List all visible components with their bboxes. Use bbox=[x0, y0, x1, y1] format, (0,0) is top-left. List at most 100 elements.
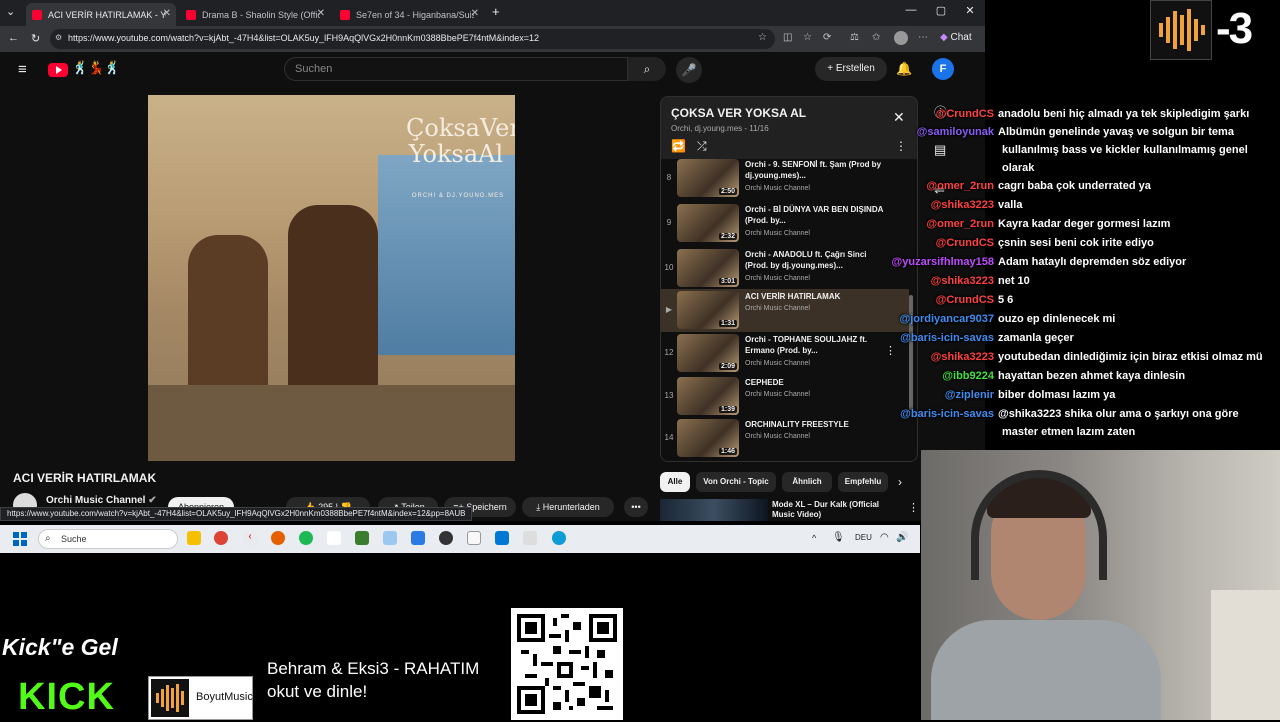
kick-promo-text: Kick"e Gel bbox=[2, 634, 118, 660]
playlist-item[interactable]: 12 2:09 Orchi - TOPHANE SOULJAHZ ft. Erm… bbox=[661, 332, 909, 375]
item-number: 8 bbox=[666, 173, 672, 182]
tab-drama-b[interactable]: Drama B - Shaolin Style (Official L ✕ bbox=[180, 3, 330, 26]
item-duration: 1:31 bbox=[718, 320, 737, 327]
item-thumbnail: 2:50 bbox=[677, 159, 739, 197]
playlist-item[interactable]: 10 3:01 Orchi - ANADOLU ft. Çağrı Sinci … bbox=[661, 247, 909, 290]
reload-icon[interactable]: ↻ bbox=[31, 32, 40, 45]
item-title: Orchi - 9. SENFONİ ft. Şam (Prod by dj.y… bbox=[745, 160, 882, 180]
item-number: 14 bbox=[664, 433, 674, 442]
download-button[interactable]: ⤓ Herunterladen bbox=[522, 497, 614, 517]
soundwave-logo-icon bbox=[151, 679, 189, 717]
vscode-icon[interactable] bbox=[495, 531, 509, 545]
url-omnibox[interactable]: ⚙ https://www.youtube.com/watch?v=kjAbt_… bbox=[50, 29, 775, 49]
extension-icon[interactable]: ◫ bbox=[783, 32, 792, 43]
chip-similar[interactable]: Ähnlich bbox=[782, 472, 832, 492]
tab-search-icon[interactable]: ⌄ bbox=[6, 5, 15, 18]
link-status-bar: https://www.youtube.com/watch?v=kjAbt_-4… bbox=[0, 507, 473, 521]
playlist-item[interactable]: 14 1:46 ORCHINALITY FREESTYLE Orchi Musi… bbox=[661, 417, 909, 460]
youtube-logo-icon[interactable] bbox=[48, 63, 68, 77]
copilot-chat-button[interactable]: ◆ Chat bbox=[940, 32, 972, 43]
spotify-icon[interactable] bbox=[299, 531, 313, 545]
notifications-bell-icon[interactable]: 🔔 bbox=[896, 61, 912, 77]
shield-icon[interactable] bbox=[411, 531, 425, 545]
tab-strip: ⌄ ACI VERİR HATIRLAMAK - YouTube ✕ Drama… bbox=[0, 0, 985, 26]
create-button[interactable]: + Erstellen bbox=[815, 57, 887, 81]
close-tab-icon[interactable]: ✕ bbox=[163, 8, 171, 19]
site-info-icon[interactable]: ⚙ bbox=[55, 33, 62, 42]
obs-icon[interactable] bbox=[439, 531, 453, 545]
chip-from-artist[interactable]: Von Orchi - Topic bbox=[696, 472, 776, 492]
chat-text: cagrı baba çok underrated ya bbox=[998, 180, 1151, 192]
maximize-icon[interactable]: ▢ bbox=[926, 4, 956, 17]
item-channel: Orchi Music Channel bbox=[745, 391, 810, 398]
windows-start-icon[interactable] bbox=[13, 532, 27, 546]
taskbar-search-label: Suche bbox=[61, 534, 87, 544]
minimize-icon[interactable]: — bbox=[896, 4, 926, 16]
file-explorer-icon[interactable] bbox=[187, 531, 201, 545]
playlist-item-current[interactable]: ▶ 1:31 ACI VERİR HATIRLAMAK Orchi Music … bbox=[661, 289, 909, 332]
doodle-figures-icon: 🕺💃🕺 bbox=[72, 60, 121, 75]
search-icon: ⌕ bbox=[45, 533, 51, 544]
chip-all[interactable]: Alle bbox=[660, 472, 690, 492]
chat-message: @CrundCS çsnin sesi beni cok irite ediyo bbox=[936, 237, 1154, 255]
more-icon[interactable]: ⋯ bbox=[918, 32, 928, 43]
more-actions-icon[interactable]: ••• bbox=[624, 497, 648, 517]
refresh-extension-icon[interactable]: ⟳ bbox=[823, 32, 831, 43]
favorites-icon[interactable]: ☆ bbox=[803, 32, 812, 43]
tab-youtube-active[interactable]: ACI VERİR HATIRLAMAK - YouTube ✕ bbox=[26, 3, 176, 26]
account-avatar[interactable]: F bbox=[932, 58, 954, 80]
taskbar-search[interactable]: ⌕ Suche bbox=[38, 529, 178, 549]
playlist-title[interactable]: ÇOKSA VER YOKSA AL bbox=[671, 106, 806, 120]
tray-mic-icon[interactable]: 🎙 bbox=[832, 532, 845, 543]
microphone-icon: 🎤 bbox=[681, 63, 697, 77]
favorites-bar-icon[interactable]: ✩ bbox=[872, 32, 880, 43]
snipping-tool-icon[interactable] bbox=[523, 531, 537, 545]
back-icon[interactable]: ← bbox=[8, 32, 19, 44]
tray-chevron-icon[interactable]: ^ bbox=[812, 533, 816, 543]
close-tab-icon[interactable]: ✕ bbox=[471, 8, 479, 19]
playlist-item[interactable]: 9 2:32 Orchi - Bİ DÜNYA VAR BEN DIŞINDA … bbox=[661, 202, 909, 245]
item-channel: Orchi Music Channel bbox=[745, 230, 810, 237]
chat-message: @omer_2run Kayra kadar deger gormesi lazı… bbox=[926, 218, 1170, 236]
channel-name[interactable]: Orchi Music Channel ✔ bbox=[46, 495, 157, 506]
playlist-item[interactable]: 8 2:50 Orchi - 9. SENFONİ ft. Şam (Prod … bbox=[661, 157, 909, 200]
search-input[interactable]: Suchen bbox=[284, 57, 628, 81]
app-window-icon[interactable] bbox=[383, 531, 397, 545]
chat-username: @shika3223 bbox=[930, 351, 994, 363]
related-video[interactable]: Mode XL – Dur Kalk (Official Music Video… bbox=[660, 499, 919, 521]
item-thumbnail: 2:09 bbox=[677, 334, 739, 372]
document-icon[interactable] bbox=[467, 531, 481, 545]
wifi-icon[interactable]: ◠ bbox=[880, 532, 889, 543]
firefox-icon[interactable] bbox=[271, 531, 285, 545]
search-button[interactable]: ⌕ bbox=[628, 57, 666, 81]
edge-icon[interactable] bbox=[552, 531, 566, 545]
hamburger-menu-icon[interactable]: ≡ bbox=[18, 61, 27, 78]
chevron-right-icon[interactable]: › bbox=[898, 475, 902, 489]
related-menu-icon[interactable]: ⋮ bbox=[908, 501, 919, 514]
now-playing-text: Behram & Eksi3 - RAHATIM okut ve dinle! bbox=[267, 657, 479, 703]
close-tab-icon[interactable]: ✕ bbox=[317, 8, 325, 19]
volume-icon[interactable]: 🔊 bbox=[896, 532, 908, 543]
close-window-icon[interactable]: ✕ bbox=[955, 4, 985, 17]
chip-recommended[interactable]: Empfehlu bbox=[838, 472, 888, 492]
tray-language[interactable]: DEU bbox=[855, 533, 872, 542]
url-text[interactable]: https://www.youtube.com/watch?v=kjAbt_-4… bbox=[68, 33, 539, 43]
new-tab-button[interactable]: + bbox=[492, 4, 500, 19]
video-player[interactable]: ÇoksaVer YoksaAl ORCHI & DJ.YOUNG.MES bbox=[148, 95, 515, 461]
playlist-item[interactable]: 13 1:39 CEPHEDE Orchi Music Channel bbox=[661, 375, 909, 418]
shuffle-icon[interactable]: ⤮ bbox=[697, 139, 707, 154]
loop-icon[interactable]: 🔁 bbox=[671, 139, 686, 153]
bookmark-star-icon[interactable]: ☆ bbox=[758, 32, 767, 43]
chat-username: @jordiyancar9037 bbox=[899, 313, 995, 325]
voice-search-button[interactable]: 🎤 bbox=[676, 57, 702, 83]
plus-icon: + bbox=[827, 63, 836, 74]
app-icon[interactable] bbox=[327, 531, 341, 545]
item-thumbnail: 2:32 bbox=[677, 204, 739, 242]
minecraft-icon[interactable] bbox=[355, 531, 369, 545]
collections-icon[interactable]: ⚖ bbox=[850, 32, 859, 43]
chat-text: olarak bbox=[1002, 162, 1035, 174]
chrome-icon[interactable] bbox=[214, 531, 228, 545]
tab-se7en[interactable]: Se7en of 34 - Higanbana/Suisen b ✕ bbox=[334, 3, 484, 26]
profile-avatar-icon[interactable] bbox=[894, 31, 908, 45]
app-arrow-icon[interactable]: ‹ bbox=[243, 531, 257, 545]
